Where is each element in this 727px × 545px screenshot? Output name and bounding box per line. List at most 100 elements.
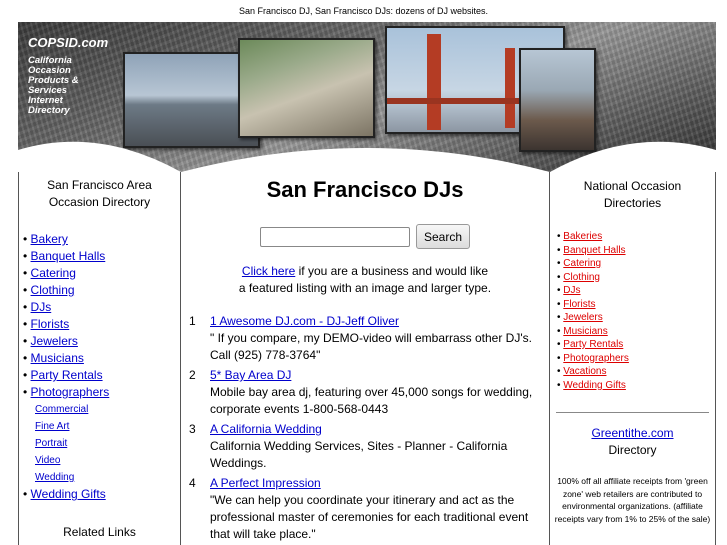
list-subitem: Fine Art — [23, 418, 180, 435]
listing-title-link[interactable]: 5* Bay Area DJ — [210, 368, 291, 382]
list-item: • Clothing — [23, 283, 75, 297]
listing-item: 2 5* Bay Area DJ Mobile bay area dj, fea… — [181, 367, 549, 418]
list-item: • Catering — [557, 258, 602, 269]
green-zone-note: 100% off all affiliate receipts from 'gr… — [554, 476, 711, 524]
national-link-jewelers[interactable]: Jewelers — [563, 312, 602, 323]
list-item: • Photographers — [557, 352, 629, 364]
header-banner: COPSID.com California Occasion Products … — [18, 22, 716, 172]
list-item: • Florists — [557, 298, 596, 310]
left-heading-line: Occasion Directory — [48, 195, 151, 209]
search-input[interactable] — [259, 226, 410, 247]
link-djs[interactable]: DJs — [31, 300, 52, 314]
list-item: • Banquet Halls — [557, 244, 626, 256]
brand-name: COPSID.com — [28, 35, 109, 50]
bridge-tower — [427, 34, 441, 130]
listing-description: California Wedding Services, Sites - Pla… — [210, 439, 508, 470]
national-link-photographers[interactable]: Photographers — [563, 353, 629, 364]
right-heading-line: Directories — [603, 196, 662, 210]
listing-body: 5* Bay Area DJ Mobile bay area dj, featu… — [210, 367, 540, 418]
listing-number: 4 — [189, 476, 196, 490]
featured-text: a featured listing with an image and lar… — [238, 281, 492, 295]
page-title: San Francisco DJs — [266, 177, 464, 202]
listing-title-link[interactable]: A California Wedding — [210, 422, 322, 436]
search-button[interactable]: Search — [415, 224, 471, 249]
link-photographers[interactable]: Photographers — [31, 385, 110, 399]
link-florists[interactable]: Florists — [31, 317, 70, 331]
listing-body: A Perfect Impression "We can help you co… — [210, 475, 540, 543]
related-links-heading: Related Links — [63, 525, 136, 539]
brand-tagline: California Occasion Products & Services … — [28, 56, 108, 116]
listing-body: 1 Awesome DJ.com - DJ-Jeff Oliver " If y… — [210, 313, 540, 364]
list-item: • Musicians — [557, 325, 608, 337]
greentithe-subtitle: Directory — [608, 443, 657, 457]
list-item: • DJs — [23, 300, 52, 314]
greentithe-link[interactable]: Greentithe.com — [591, 426, 673, 440]
list-item: • Bakeries — [557, 231, 603, 242]
list-subitem: Portrait — [23, 435, 180, 452]
listing-body: A California Wedding California Wedding … — [210, 421, 540, 472]
link-party-rentals[interactable]: Party Rentals — [31, 368, 103, 382]
national-link-djs[interactable]: DJs — [563, 285, 580, 296]
left-sidebar: San Francisco Area Occasion Directory • … — [18, 172, 181, 545]
link-portrait[interactable]: Portrait — [35, 438, 67, 449]
link-banquet-halls[interactable]: Banquet Halls — [31, 249, 106, 263]
listing-title-link[interactable]: A Perfect Impression — [210, 476, 321, 490]
link-commercial[interactable]: Commercial — [35, 404, 88, 415]
national-link-banquet-halls[interactable]: Banquet Halls — [563, 245, 625, 256]
list-item: • Clothing — [557, 271, 600, 283]
national-link-musicians[interactable]: Musicians — [563, 326, 607, 337]
listing-number: 1 — [189, 314, 196, 328]
list-item: • Florists — [23, 317, 70, 331]
link-musicians[interactable]: Musicians — [31, 351, 84, 365]
list-item: • Wedding Gifts — [557, 379, 626, 391]
top-caption: San Francisco DJ, San Francisco DJs: doz… — [238, 6, 489, 16]
link-wedding[interactable]: Wedding — [35, 472, 74, 483]
list-item: • Banquet Halls — [23, 249, 106, 263]
left-heading: San Francisco Area Occasion Directory — [19, 177, 180, 211]
search-form: Search — [181, 224, 549, 249]
list-item: • Party Rentals — [23, 368, 103, 382]
list-subitem: Wedding — [23, 469, 180, 486]
national-link-bakeries[interactable]: Bakeries — [563, 231, 602, 242]
national-link-florists[interactable]: Florists — [563, 299, 595, 310]
link-fine-art[interactable]: Fine Art — [35, 421, 69, 432]
bridge-tower — [505, 48, 515, 128]
list-item: • Jewelers — [557, 312, 603, 323]
list-item: • Bakery — [23, 232, 68, 246]
list-item: • Jewelers — [23, 334, 78, 348]
featured-text: if you are a business and would like — [295, 264, 489, 278]
list-item: • Photographers — [23, 385, 110, 399]
list-subitem: Commercial — [23, 401, 180, 418]
list-item: • Catering — [23, 266, 76, 280]
national-link-wedding-gifts[interactable]: Wedding Gifts — [563, 380, 626, 391]
listing-title-link[interactable]: 1 Awesome DJ.com - DJ-Jeff Oliver — [210, 314, 399, 328]
listing-item: 3 A California Wedding California Weddin… — [181, 421, 549, 472]
lombard-street-photo — [238, 38, 375, 138]
link-catering[interactable]: Catering — [31, 266, 76, 280]
list-item: • Party Rentals — [557, 339, 624, 350]
national-link-clothing[interactable]: Clothing — [563, 272, 600, 283]
featured-listing-note: Click here if you are a business and wou… — [181, 263, 549, 297]
list-item: • Musicians — [23, 351, 84, 365]
listing-number: 3 — [189, 422, 196, 436]
link-video[interactable]: Video — [35, 455, 60, 466]
link-wedding-gifts[interactable]: Wedding Gifts — [31, 487, 106, 501]
link-bakery[interactable]: Bakery — [31, 232, 68, 246]
link-jewelers[interactable]: Jewelers — [31, 334, 78, 348]
list-item: • Vacations — [557, 366, 607, 377]
right-heading: National Occasion Directories — [550, 178, 715, 212]
click-here-link[interactable]: Click here — [242, 264, 295, 278]
list-subitem: Video — [23, 452, 180, 469]
tagline-line: Directory — [28, 105, 70, 116]
dj-listings: 1 1 Awesome DJ.com - DJ-Jeff Oliver " If… — [181, 313, 549, 543]
left-heading-line: San Francisco Area — [47, 178, 152, 192]
national-link-catering[interactable]: Catering — [563, 258, 601, 269]
listing-description: " If you compare, my DEMO-video will emb… — [210, 331, 532, 362]
national-link-vacations[interactable]: Vacations — [563, 366, 606, 377]
brand-block[interactable]: COPSID.com California Occasion Products … — [28, 35, 108, 116]
link-clothing[interactable]: Clothing — [31, 283, 75, 297]
national-directory-list: • Bakeries • Banquet Halls • Catering • … — [557, 230, 715, 392]
main-content: San Francisco DJs Search Click here if y… — [181, 172, 549, 545]
banner-curve — [18, 141, 716, 172]
national-link-party-rentals[interactable]: Party Rentals — [563, 339, 623, 350]
